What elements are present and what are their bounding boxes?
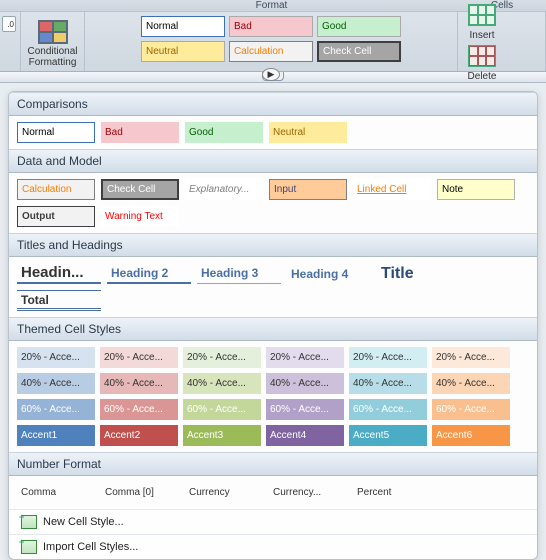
- numfmt-percent[interactable]: Percent: [353, 482, 431, 503]
- insert-button[interactable]: Insert: [462, 4, 502, 41]
- style-title[interactable]: Title: [377, 263, 461, 284]
- style-accent3[interactable]: Accent3: [183, 425, 261, 446]
- numfmt-comma[interactable]: Comma: [17, 482, 95, 503]
- conditional-formatting-label: ConditionalFormatting: [27, 46, 77, 68]
- new-cell-style[interactable]: New Cell Style...: [9, 509, 537, 534]
- cells-group: Insert Delete: [458, 12, 546, 71]
- style-output[interactable]: Output: [17, 206, 95, 227]
- numfmt-currency[interactable]: Currency: [185, 482, 263, 503]
- section-number-format: Number Format: [9, 452, 537, 476]
- section-comparisons: Comparisons: [9, 92, 537, 116]
- style-explanatory-[interactable]: Explanatory...: [185, 179, 263, 200]
- group-label-format: Format: [85, 0, 458, 11]
- section-titles: Titles and Headings: [9, 233, 537, 257]
- gallery-more-button[interactable]: ▶: [262, 68, 280, 81]
- style-accent4[interactable]: Accent4: [266, 425, 344, 446]
- style-linked-cell[interactable]: Linked Cell: [353, 179, 431, 200]
- style-accent6[interactable]: Accent6: [432, 425, 510, 446]
- styles-panel: Comparisons Normal Bad Good Neutral Data an…: [8, 91, 538, 560]
- style-accent5-40%[interactable]: 40% - Acce...: [349, 373, 427, 394]
- style-calculation[interactable]: Calculation: [229, 41, 313, 62]
- style-accent6-20%[interactable]: 20% - Acce...: [432, 347, 510, 368]
- style-accent4-20%[interactable]: 20% - Acce...: [266, 347, 344, 368]
- style-neutral[interactable]: Neutral: [269, 122, 347, 143]
- style-accent3-20%[interactable]: 20% - Acce...: [183, 347, 261, 368]
- style-accent4-60%[interactable]: 60% - Acce...: [266, 399, 344, 420]
- style-heading-3[interactable]: Heading 3: [197, 263, 281, 284]
- style-accent5-60%[interactable]: 60% - Acce...: [349, 399, 427, 420]
- style-accent4-40%[interactable]: 40% - Acce...: [266, 373, 344, 394]
- style-good[interactable]: Good: [317, 16, 401, 37]
- style-accent1-40%[interactable]: 40% - Acce...: [17, 373, 95, 394]
- delete-icon: [468, 45, 496, 67]
- style-accent1-60%[interactable]: 60% - Acce...: [17, 399, 95, 420]
- numfmt-comma-0-[interactable]: Comma [0]: [101, 482, 179, 503]
- styles-gallery: Normal Bad Good Neutral Calculation Chec…: [85, 12, 458, 71]
- style-normal[interactable]: Normal: [141, 16, 225, 37]
- style-accent2[interactable]: Accent2: [100, 425, 178, 446]
- style-accent2-60%[interactable]: 60% - Acce...: [100, 399, 178, 420]
- conditional-formatting-icon: [38, 20, 68, 44]
- style-warning-text[interactable]: Warning Text: [101, 206, 179, 227]
- section-data-model: Data and Model: [9, 149, 537, 173]
- style-input[interactable]: Input: [269, 179, 347, 200]
- import-cell-styles[interactable]: Import Cell Styles...: [9, 534, 537, 559]
- style-accent3-40%[interactable]: 40% - Acce...: [183, 373, 261, 394]
- new-style-icon: [21, 515, 37, 529]
- style-note[interactable]: Note: [437, 179, 515, 200]
- style-heading-2[interactable]: Heading 2: [107, 263, 191, 284]
- style-accent5[interactable]: Accent5: [349, 425, 427, 446]
- number-format-group: .0: [0, 12, 21, 71]
- style-accent6-40%[interactable]: 40% - Acce...: [432, 373, 510, 394]
- style-normal[interactable]: Normal: [17, 122, 95, 143]
- style-accent2-40%[interactable]: 40% - Acce...: [100, 373, 178, 394]
- style-neutral[interactable]: Neutral: [141, 41, 225, 62]
- decimal-box[interactable]: .0: [2, 16, 16, 32]
- style-accent5-20%[interactable]: 20% - Acce...: [349, 347, 427, 368]
- style-accent3-60%[interactable]: 60% - Acce...: [183, 399, 261, 420]
- section-themed: Themed Cell Styles: [9, 317, 537, 341]
- delete-button[interactable]: Delete: [462, 45, 502, 82]
- conditional-formatting-group: ConditionalFormatting: [21, 12, 85, 71]
- style-good[interactable]: Good: [185, 122, 263, 143]
- style-accent1-20%[interactable]: 20% - Acce...: [17, 347, 95, 368]
- ribbon: Format Cells .0 ConditionalFormatting No…: [0, 0, 546, 72]
- style-bad[interactable]: Bad: [101, 122, 179, 143]
- style-check-cell[interactable]: Check Cell: [317, 41, 401, 62]
- style-accent1[interactable]: Accent1: [17, 425, 95, 446]
- insert-icon: [468, 4, 496, 26]
- style-bad[interactable]: Bad: [229, 16, 313, 37]
- style-heading-4[interactable]: Heading 4: [287, 263, 371, 284]
- style-accent2-20%[interactable]: 20% - Acce...: [100, 347, 178, 368]
- style-calculation[interactable]: Calculation: [17, 179, 95, 200]
- style-headin-[interactable]: Headin...: [17, 263, 101, 284]
- conditional-formatting-button[interactable]: ConditionalFormatting: [21, 18, 85, 68]
- style-accent6-60%[interactable]: 60% - Acce...: [432, 399, 510, 420]
- numfmt-currency-[interactable]: Currency...: [269, 482, 347, 503]
- style-total[interactable]: Total: [17, 290, 101, 311]
- import-style-icon: [21, 540, 37, 554]
- style-check-cell[interactable]: Check Cell: [101, 179, 179, 200]
